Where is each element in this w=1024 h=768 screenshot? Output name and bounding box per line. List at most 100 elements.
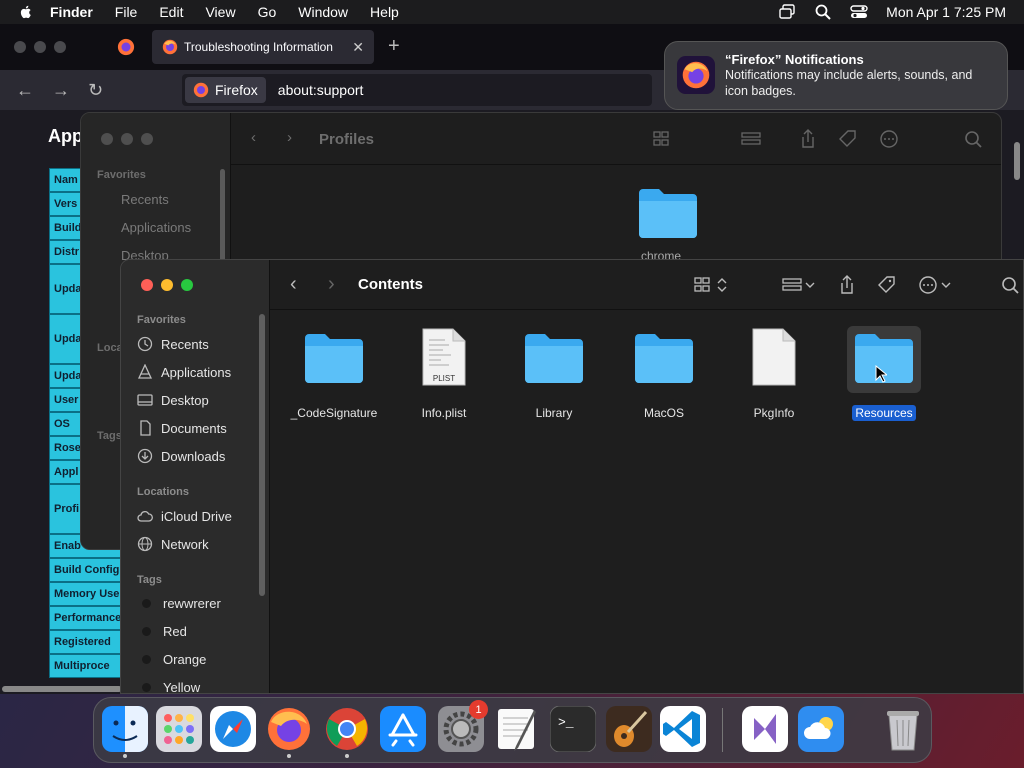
group-button[interactable] [782, 274, 816, 296]
identity-badge[interactable]: Firefox [185, 77, 266, 103]
menu-edit[interactable]: Edit [159, 4, 183, 20]
folder-icon [305, 334, 363, 383]
dock-visual-studio[interactable] [742, 706, 788, 752]
menu-file[interactable]: File [115, 4, 138, 20]
share-button[interactable] [836, 274, 858, 296]
sidebar-item-desktop[interactable]: Desktop [137, 392, 209, 408]
url-bar[interactable]: Firefox about:support [182, 74, 652, 106]
textedit-icon [498, 709, 536, 751]
dock-app-store[interactable] [380, 706, 426, 752]
minimize-window-button[interactable] [34, 41, 46, 53]
spotlight-search-icon[interactable] [814, 3, 832, 21]
close-tab-icon[interactable]: ✕ [352, 39, 364, 56]
apple-icon[interactable] [18, 4, 34, 20]
menu-app-name[interactable]: Finder [50, 4, 93, 20]
menu-view[interactable]: View [205, 4, 235, 20]
tab-troubleshooting[interactable]: Troubleshooting Information ✕ [152, 30, 374, 64]
vertical-scrollbar[interactable] [1014, 142, 1020, 180]
back-button[interactable]: ‹ [251, 129, 256, 146]
sidebar-scrollbar[interactable] [220, 169, 225, 269]
share-icon[interactable] [797, 129, 819, 149]
finder-sidebar: Favorites Recents Applications Desktop D… [121, 260, 270, 693]
menu-go[interactable]: Go [258, 4, 277, 20]
dock-terminal[interactable]: >_ [549, 705, 597, 753]
table-row-label: Registered [49, 630, 129, 654]
back-button[interactable]: ← [16, 80, 34, 101]
file-item-pkginfo[interactable]: PkgInfo [724, 326, 824, 421]
sidebar-item-recents[interactable]: Recents [121, 192, 169, 207]
firefox-notification-banner[interactable]: “Firefox” Notifications Notifications ma… [664, 41, 1008, 110]
file-item-macos[interactable]: MacOS [614, 326, 714, 421]
zoom-window-button[interactable] [181, 279, 193, 291]
chrome-icon [326, 708, 368, 750]
sidebar-item-tag-red[interactable]: Red [137, 624, 187, 639]
dock-safari[interactable] [210, 706, 256, 752]
file-item-label: MacOS [643, 406, 684, 420]
file-item-label: Info.plist [421, 406, 467, 420]
search-button[interactable] [1000, 274, 1022, 296]
tag-icon[interactable] [837, 129, 859, 149]
sidebar-item-applications[interactable]: Applications [137, 364, 231, 380]
sidebar-item-label: Downloads [161, 448, 226, 464]
sidebar-item-icloud-drive[interactable]: iCloud Drive [137, 508, 232, 524]
back-button[interactable]: ‹ [290, 273, 297, 296]
dock-garageband[interactable] [606, 706, 652, 752]
group-icon[interactable] [741, 129, 763, 149]
close-window-button[interactable] [14, 41, 26, 53]
more-actions-icon [919, 276, 937, 294]
dock-chrome[interactable] [324, 706, 370, 758]
notification-title: “Firefox” Notifications [725, 52, 864, 67]
search-icon[interactable] [963, 129, 985, 149]
running-indicator [123, 754, 127, 758]
zoom-window-button[interactable] [141, 133, 153, 145]
sidebar-item-tag-orange[interactable]: Orange [137, 652, 206, 667]
dock-weather[interactable] [798, 706, 844, 752]
minimize-window-button[interactable] [161, 279, 173, 291]
forward-button[interactable]: › [287, 129, 292, 146]
forward-button[interactable]: › [328, 273, 335, 296]
dock-textedit[interactable] [494, 706, 540, 752]
sidebar-item-tag-yellow[interactable]: Yellow [137, 680, 200, 693]
file-item-label: PkgInfo [753, 406, 795, 420]
horizontal-scrollbar[interactable] [2, 686, 122, 692]
folder-icon[interactable] [637, 185, 699, 239]
control-center-icon[interactable] [850, 3, 868, 21]
dock-vscode[interactable] [660, 706, 706, 752]
url-text[interactable]: about:support [278, 82, 364, 98]
sidebar-item-recents[interactable]: Recents [137, 336, 209, 352]
sidebar-item-label: Orange [163, 652, 207, 667]
sidebar-item-applications[interactable]: Applications [121, 220, 191, 235]
sidebar-item-documents[interactable]: Documents [137, 420, 227, 436]
visual-studio-icon [742, 706, 788, 752]
dock-launchpad[interactable] [156, 706, 202, 752]
sidebar-item-downloads[interactable]: Downloads [137, 448, 225, 464]
close-window-button[interactable] [141, 279, 153, 291]
zoom-window-button[interactable] [54, 41, 66, 53]
vscode-icon [660, 706, 706, 752]
dock-system-settings[interactable]: 1 [438, 700, 488, 752]
more-actions-icon[interactable] [879, 129, 901, 149]
tag-button[interactable] [876, 274, 898, 296]
menu-window[interactable]: Window [298, 4, 348, 20]
dock-finder[interactable] [102, 706, 148, 758]
view-toggle-icon[interactable] [653, 129, 675, 149]
dock-firefox[interactable] [266, 706, 312, 758]
sidebar-item-tag-rewwrerer[interactable]: rewwrerer [137, 596, 221, 611]
file-item-codesignature[interactable]: _CodeSignature [284, 326, 384, 421]
reload-button[interactable]: ↻ [88, 80, 103, 101]
forward-button[interactable]: → [52, 80, 70, 101]
more-actions-button[interactable] [918, 274, 952, 296]
sidebar-item-network[interactable]: Network [137, 536, 209, 552]
menu-help[interactable]: Help [370, 4, 399, 20]
dock-trash[interactable] [880, 706, 926, 752]
minimize-window-button[interactable] [121, 133, 133, 145]
new-tab-button[interactable]: + [388, 35, 400, 58]
screen-mirroring-icon[interactable] [778, 3, 796, 21]
close-window-button[interactable] [101, 133, 113, 145]
file-item-info-plist[interactable]: PLIST Info.plist [394, 326, 494, 421]
sidebar-scrollbar[interactable] [259, 314, 265, 596]
menubar-clock[interactable]: Mon Apr 1 7:25 PM [886, 4, 1006, 20]
firefox-view-icon[interactable] [117, 38, 135, 56]
file-item-library[interactable]: Library [504, 326, 604, 421]
view-toggle-button[interactable] [694, 274, 728, 296]
